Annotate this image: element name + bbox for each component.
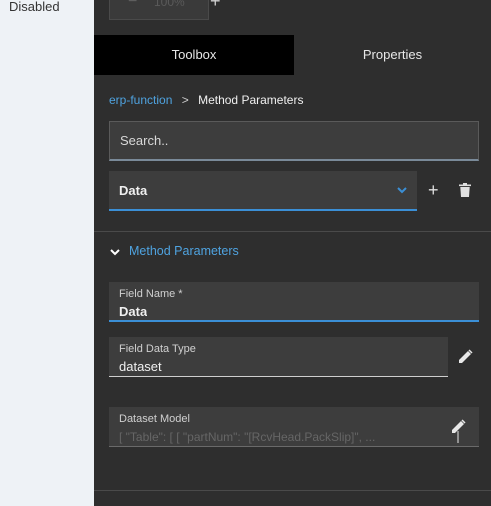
trash-icon[interactable] (459, 183, 471, 197)
breadcrumb-current: Method Parameters (198, 93, 304, 107)
zoom-control: − 100% + (109, 0, 221, 20)
dataset-model-input[interactable]: Dataset Model [ "Table": [ [ "partNum": … (109, 407, 479, 447)
item-selector-dropdown[interactable]: Data (109, 171, 417, 211)
zoom-out-button[interactable]: − (128, 0, 137, 11)
zoom-level: 100% (154, 0, 185, 9)
search-field (109, 121, 479, 161)
field-name-label: Field Name * (119, 288, 183, 300)
breadcrumb-parent-link[interactable]: erp-function (109, 93, 172, 107)
status-text: Disabled (9, 0, 60, 14)
chevron-down-icon (110, 249, 120, 256)
breadcrumb: erp-function > Method Parameters (109, 93, 303, 107)
bottom-divider (94, 490, 491, 491)
field-data-type-input[interactable]: Field Data Type dataset (109, 337, 448, 377)
search-input[interactable] (110, 122, 478, 159)
dataset-model-value: [ "Table": [ [ "partNum": "[RcvHead.Pack… (119, 430, 376, 444)
tab-toolbox[interactable]: Toolbox (94, 35, 294, 75)
field-data-type-value: dataset (119, 359, 162, 374)
edit-pencil-icon[interactable] (450, 419, 468, 443)
edit-pencil-icon[interactable] (457, 349, 473, 365)
tab-properties[interactable]: Properties (294, 35, 491, 75)
field-name-input[interactable]: Field Name * Data (109, 282, 479, 322)
properties-panel: − 100% + Toolbox Properties erp-function… (94, 0, 491, 506)
section-title: Method Parameters (129, 244, 239, 258)
plus-icon: + (428, 180, 439, 200)
field-name-value: Data (119, 304, 148, 319)
field-data-type-label: Field Data Type (119, 343, 196, 355)
breadcrumb-separator: > (181, 93, 189, 107)
chevron-down-icon (397, 187, 407, 194)
section-divider (94, 231, 491, 232)
add-button[interactable]: + (428, 181, 442, 201)
left-panel: Disabled (0, 0, 94, 506)
panel-tabs: Toolbox Properties (94, 35, 491, 75)
dataset-model-label: Dataset Model (119, 413, 190, 425)
zoom-in-button[interactable]: + (210, 0, 221, 12)
item-selector-value: Data (119, 183, 148, 198)
